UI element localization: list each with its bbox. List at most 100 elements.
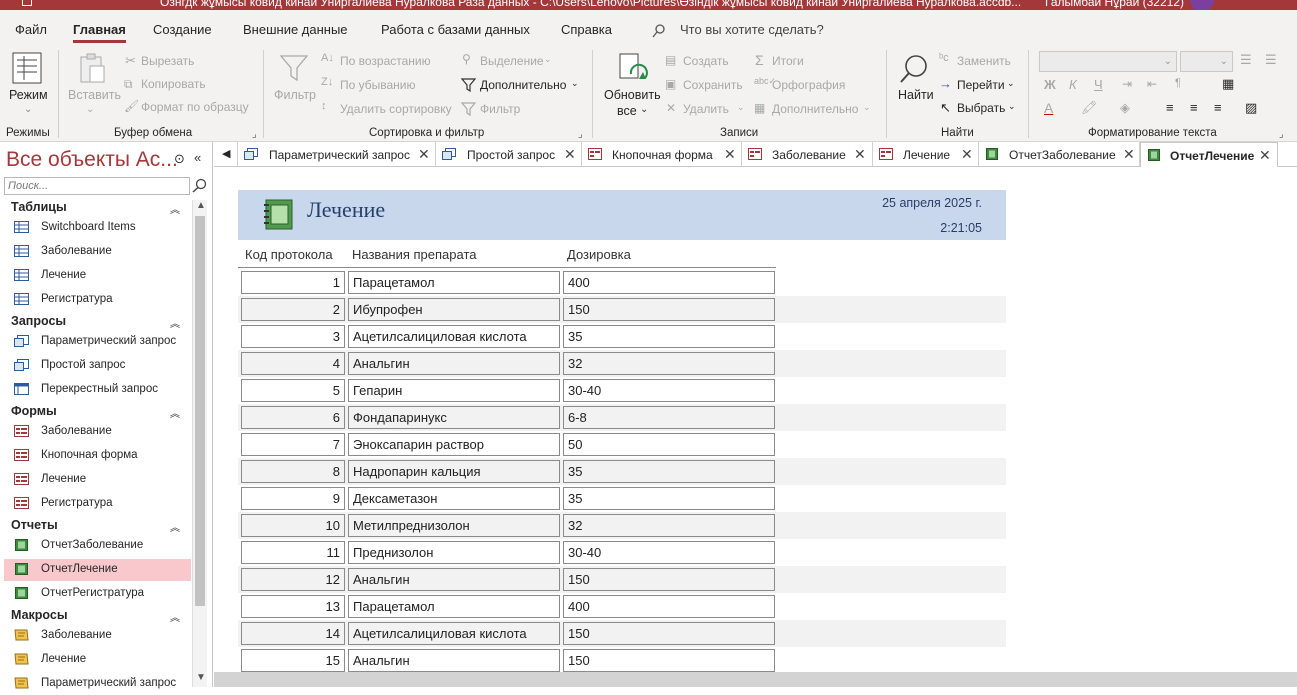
more-records-button[interactable]: Дополнительно — [772, 102, 858, 116]
tab-form-disease[interactable]: Заболевание ✕ — [742, 142, 873, 167]
copy-button[interactable]: Копировать — [141, 77, 206, 91]
tab-simple-query[interactable]: Простой запрос ✕ — [436, 142, 582, 167]
font-color-icon[interactable]: A — [1044, 100, 1053, 116]
italic-button[interactable]: К — [1069, 77, 1077, 92]
nav-item-form-registry[interactable]: Регистратура — [4, 493, 191, 515]
user-name[interactable]: Галымбай Нұрай (32212) — [1045, 0, 1184, 9]
toggle-filter-button[interactable]: Фильтр — [480, 102, 520, 116]
nav-item-table-treatment[interactable]: Лечение — [4, 265, 191, 287]
nav-category-macros[interactable]: Макросы — [11, 608, 68, 622]
scroll-up-icon[interactable]: ▲ — [196, 200, 206, 211]
close-icon[interactable]: ✕ — [418, 146, 430, 163]
indent-icon[interactable]: ⇥ — [1122, 77, 1132, 91]
tab-form-treatment[interactable]: Лечение ✕ — [873, 142, 979, 167]
avatar[interactable] — [1190, 0, 1214, 10]
advanced-filter-button[interactable]: Дополнительно — [480, 78, 566, 92]
bullets-icon[interactable]: ☰ — [1240, 52, 1252, 68]
nav-item-report-treatment[interactable]: ОтчетЛечение — [4, 559, 191, 581]
font-size-dropdown[interactable]: ⌄ — [1180, 51, 1233, 72]
close-icon[interactable]: ✕ — [1259, 147, 1271, 164]
goto-button[interactable]: Перейти — [957, 78, 1005, 92]
nav-menu-icon[interactable]: ⊙ — [174, 151, 185, 167]
tab-report-treatment[interactable]: ОтчетЛечение ✕ — [1140, 142, 1278, 167]
nav-search-input[interactable]: Поиск... — [4, 177, 190, 195]
find-button[interactable]: Найти — [898, 88, 934, 102]
delete-record-button[interactable]: Удалить — [683, 102, 729, 116]
tabs-scroll-left[interactable]: ◀ — [214, 142, 238, 167]
nav-item-form-treatment[interactable]: Лечение — [4, 469, 191, 491]
cut-button[interactable]: Вырезать — [141, 54, 194, 68]
close-icon[interactable]: ✕ — [854, 146, 866, 163]
format-painter-button[interactable]: Формат по образцу — [141, 100, 249, 114]
new-record-button[interactable]: Создать — [683, 54, 729, 68]
tab-report-disease[interactable]: ОтчетЗаболевание ✕ — [979, 142, 1140, 167]
font-name-dropdown[interactable]: ⌄ — [1039, 51, 1177, 72]
nav-category-tables[interactable]: Таблицы — [11, 200, 67, 214]
nav-item-table-registry[interactable]: Регистратура — [4, 289, 191, 311]
nav-item-macro-treatment[interactable]: Лечение — [4, 649, 191, 671]
sort-ascending-button[interactable]: По возрастанию — [340, 54, 431, 68]
nav-item-macro-disease[interactable]: Заболевание — [4, 625, 191, 647]
align-center-icon[interactable]: ≡ — [1190, 100, 1198, 115]
save-icon[interactable] — [22, 0, 32, 6]
remove-sort-button[interactable]: Удалить сортировку — [340, 102, 452, 116]
nav-item-macro-parametric[interactable]: Параметрический запрос — [4, 673, 191, 695]
scroll-down-icon[interactable]: ▼ — [196, 672, 206, 683]
close-icon[interactable]: ✕ — [1123, 146, 1135, 163]
shutter-bar-icon[interactable]: « — [194, 150, 201, 165]
nav-item-query-crosstab[interactable]: Перекрестный запрос — [4, 379, 191, 401]
bold-button[interactable]: Ж — [1044, 77, 1056, 92]
menu-database-tools[interactable]: Работа с базами данных — [381, 22, 530, 37]
align-left-icon[interactable]: ≡ — [1166, 100, 1174, 115]
nav-scrollbar[interactable]: ▲ ▼ — [192, 200, 207, 687]
rtl-icon[interactable]: ¶ — [1175, 77, 1181, 89]
view-dropdown-icon[interactable]: ⌄ — [24, 104, 32, 115]
nav-category-queries[interactable]: Запросы — [11, 314, 66, 328]
nav-item-switchboard-items[interactable]: Switchboard Items — [4, 217, 191, 239]
tab-switchboard-form[interactable]: Кнопочная форма ✕ — [582, 142, 742, 167]
nav-category-forms[interactable]: Формы — [11, 404, 57, 418]
spelling-button[interactable]: Орфография — [772, 78, 845, 92]
nav-item-report-registry[interactable]: ОтчетРегистратура — [4, 583, 191, 605]
numbering-icon[interactable]: ☰ — [1265, 52, 1277, 68]
selection-button[interactable]: Выделение — [480, 54, 544, 68]
table-icon — [14, 269, 29, 281]
outdent-icon[interactable]: ⇤ — [1147, 77, 1157, 91]
nav-item-query-parametric[interactable]: Параметрический запрос — [4, 331, 191, 353]
menu-home[interactable]: Главная — [73, 22, 126, 43]
search-icon[interactable] — [192, 178, 207, 193]
sort-descending-button[interactable]: По убыванию — [340, 78, 416, 92]
tell-me-search[interactable]: Что вы хотите сделать? — [680, 22, 824, 37]
clipboard-launcher-icon[interactable]: ⌟ — [252, 129, 257, 140]
nav-item-table-disease[interactable]: Заболевание — [4, 241, 191, 263]
totals-button[interactable]: Итоги — [772, 54, 804, 68]
menu-create[interactable]: Создание — [153, 22, 212, 37]
select-button[interactable]: Выбрать — [957, 101, 1005, 115]
nav-item-form-switchboard[interactable]: Кнопочная форма — [4, 445, 191, 467]
menu-external-data[interactable]: Внешние данные — [243, 22, 348, 37]
fill-color-icon[interactable]: ◈ — [1120, 100, 1130, 116]
close-icon[interactable]: ✕ — [961, 146, 973, 163]
view-button[interactable]: Режим — [9, 88, 48, 102]
menu-help[interactable]: Справка — [561, 22, 612, 37]
refresh-button[interactable]: Обновить — [604, 88, 661, 102]
nav-item-form-disease[interactable]: Заболевание — [4, 421, 191, 443]
scroll-thumb[interactable] — [195, 216, 205, 606]
close-icon[interactable]: ✕ — [724, 146, 736, 163]
align-right-icon[interactable]: ≡ — [1214, 100, 1222, 115]
close-icon[interactable]: ✕ — [564, 146, 576, 163]
underline-button[interactable]: Ч — [1094, 77, 1103, 92]
highlight-icon[interactable]: 🖍 — [1081, 100, 1098, 116]
gridlines-icon[interactable]: ▦ — [1222, 76, 1234, 92]
replace-button[interactable]: Заменить — [957, 54, 1011, 68]
nav-header[interactable]: Все объекты Ac... — [6, 148, 178, 172]
tab-parametric-query[interactable]: Параметрический запрос ✕ — [238, 142, 436, 167]
nav-category-reports[interactable]: Отчеты — [11, 518, 58, 532]
nav-item-report-disease[interactable]: ОтчетЗаболевание — [4, 535, 191, 557]
alt-row-color-icon[interactable]: ▨ — [1245, 100, 1257, 116]
paste-button[interactable]: Вставить — [68, 88, 121, 102]
save-record-button[interactable]: Сохранить — [683, 78, 743, 92]
nav-item-query-simple[interactable]: Простой запрос — [4, 355, 191, 377]
filter-button[interactable]: Фильтр — [274, 88, 316, 102]
menu-file[interactable]: Файл — [15, 22, 47, 37]
